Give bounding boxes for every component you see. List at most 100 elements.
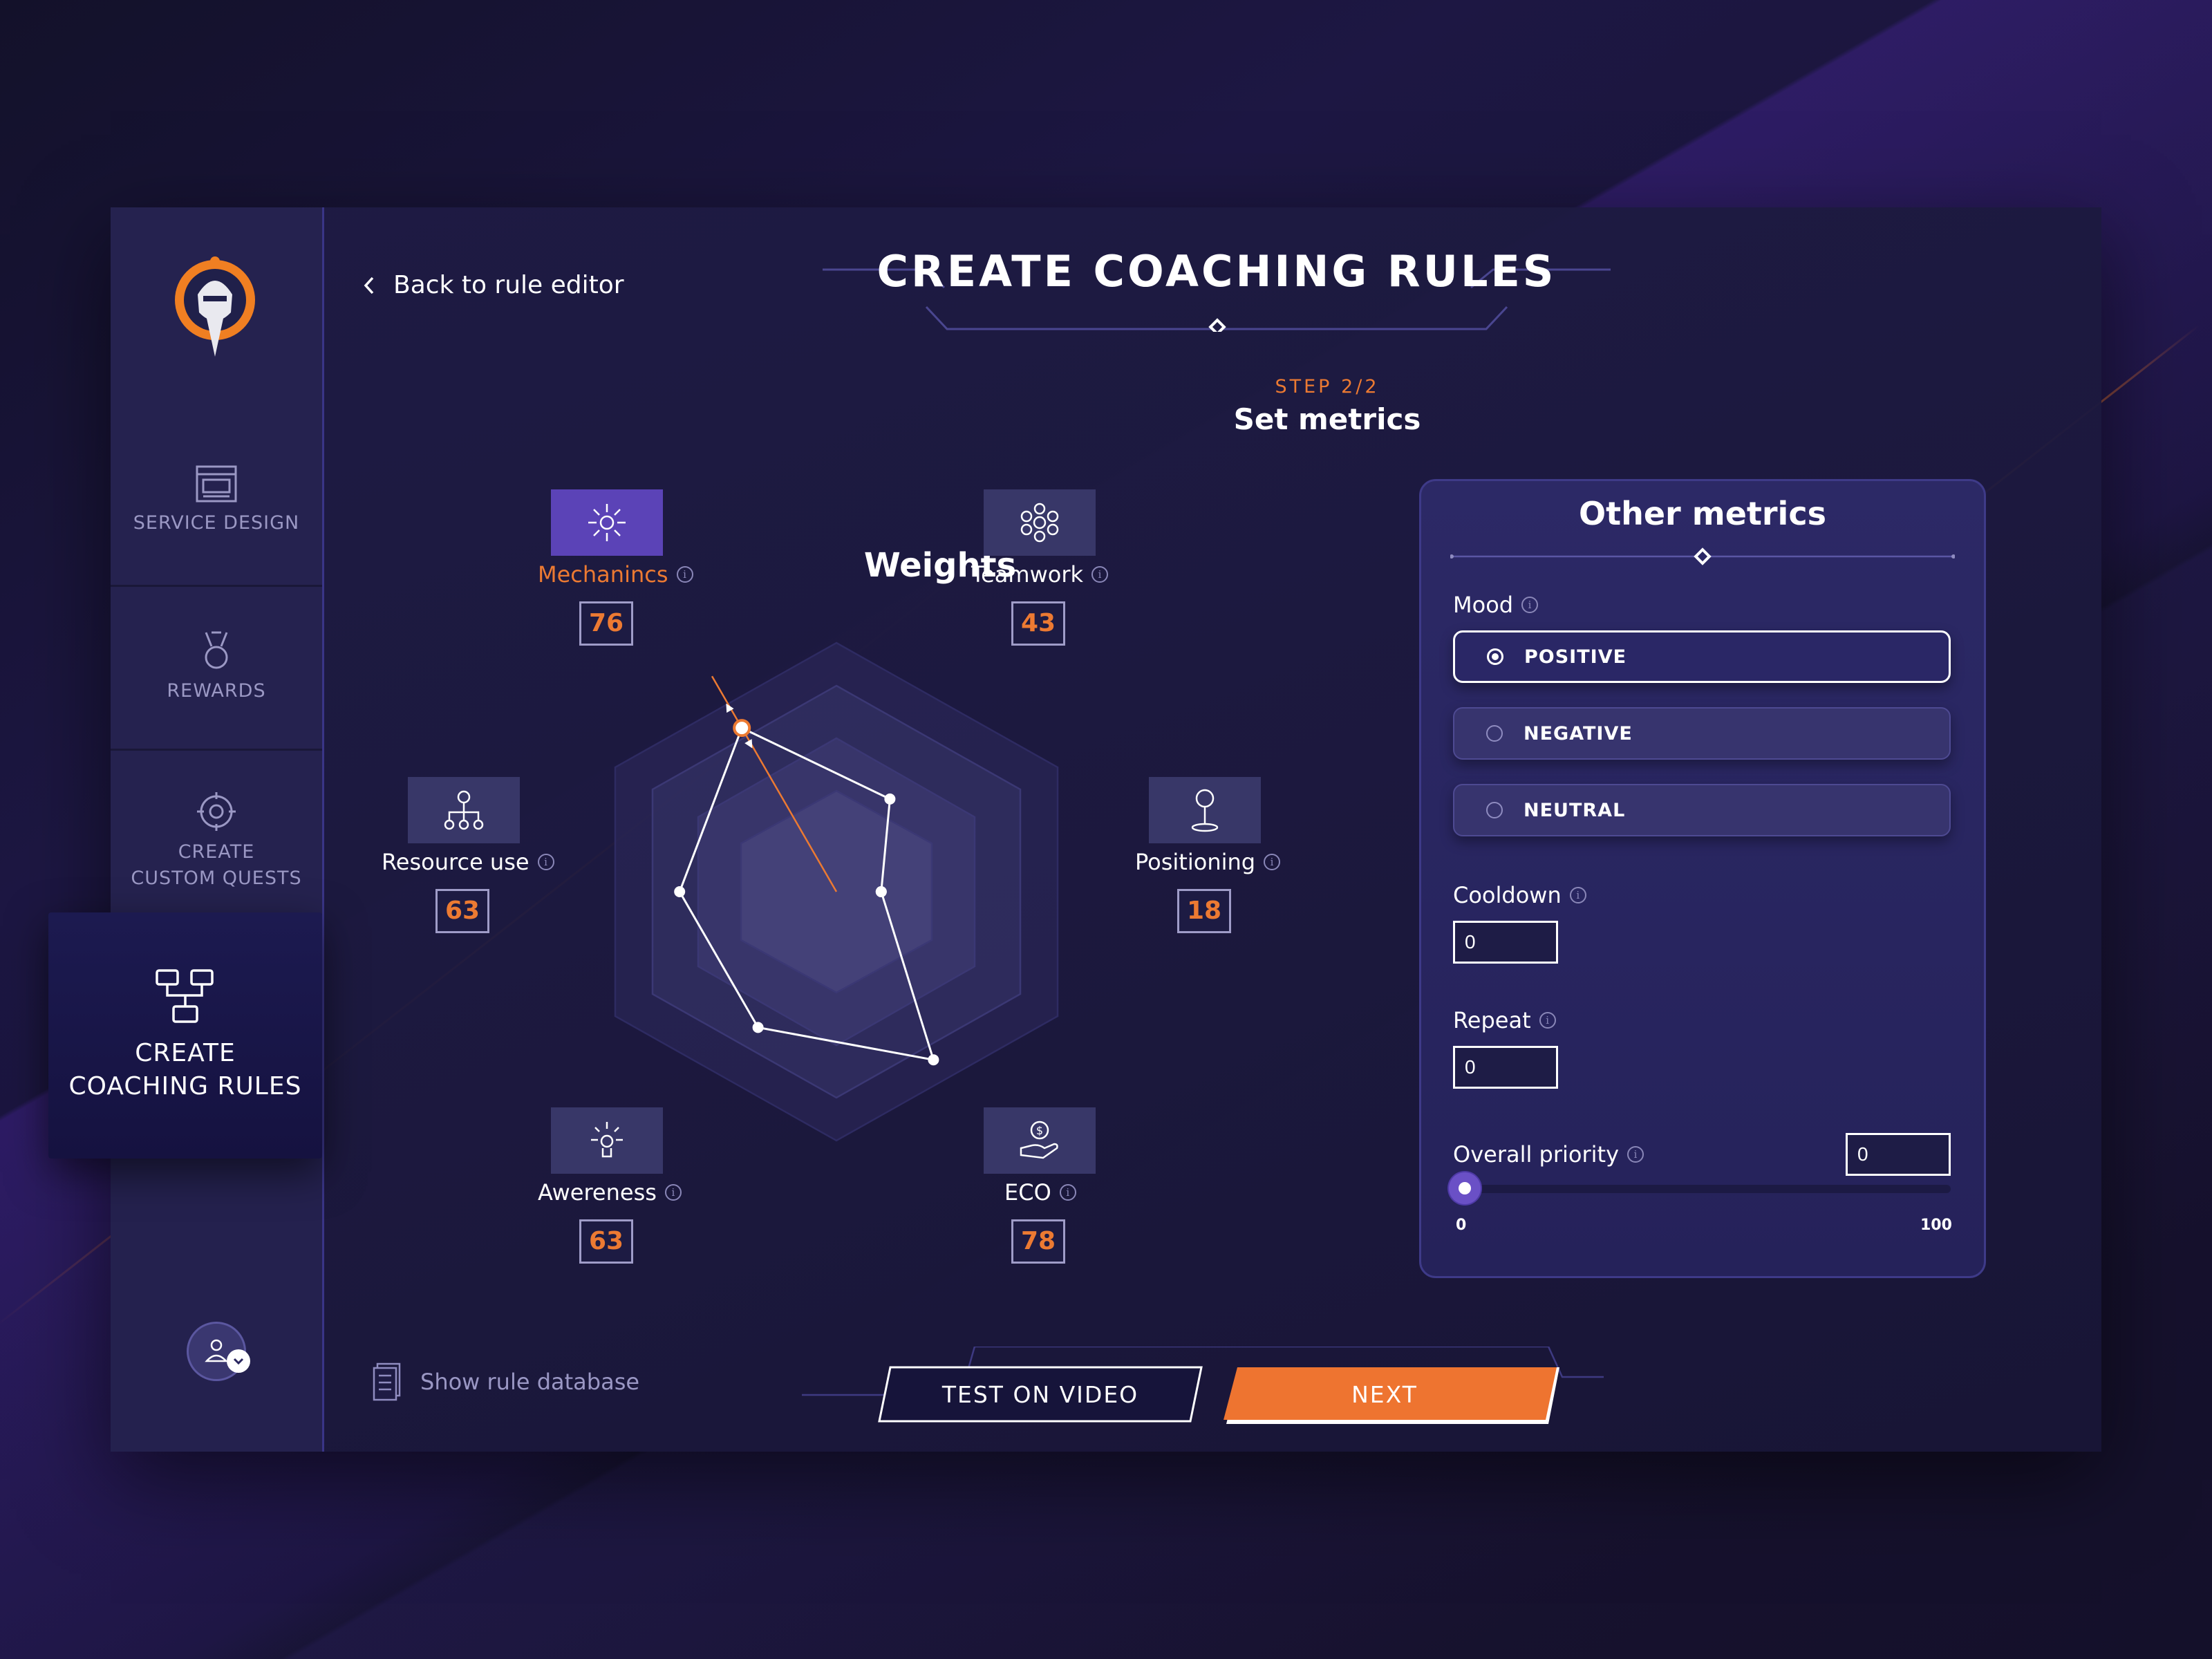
sidebar-item-rewards[interactable]: REWARDS bbox=[111, 587, 322, 751]
slider-max-label: 100 bbox=[1920, 1217, 1952, 1234]
idea-bulb-icon bbox=[591, 1122, 623, 1158]
repeat-label: Repeat i bbox=[1453, 1007, 1556, 1033]
slider-min-label: 0 bbox=[1456, 1217, 1467, 1234]
sidebar-item-custom-quests[interactable]: CREATE CUSTOM QUESTS bbox=[111, 751, 322, 916]
info-icon[interactable]: i bbox=[1091, 566, 1109, 583]
metric-name-label: Awereness bbox=[538, 1179, 657, 1206]
radar-vertex[interactable] bbox=[752, 1022, 764, 1033]
medal-icon bbox=[205, 631, 228, 669]
metric-value-resource-use[interactable]: 63 bbox=[435, 889, 489, 933]
metric-name-label: ECO bbox=[1004, 1179, 1051, 1206]
flowchart-icon bbox=[156, 969, 214, 1023]
metric-name-awareness: Awereness i bbox=[538, 1179, 682, 1206]
info-icon[interactable]: i bbox=[1569, 887, 1586, 903]
radar-vertex[interactable] bbox=[875, 886, 887, 897]
svg-text:$: $ bbox=[1036, 1124, 1043, 1137]
radio-unchecked-icon bbox=[1486, 725, 1503, 742]
radio-checked-icon bbox=[1487, 648, 1503, 665]
info-icon[interactable]: i bbox=[537, 854, 554, 870]
sidebar: SERVICE DESIGN REWARDS CREATE CUSTOM QUE… bbox=[111, 207, 324, 1452]
browser-window-icon bbox=[196, 465, 237, 503]
cooldown-label-text: Cooldown bbox=[1453, 882, 1562, 908]
sidebar-item-label: CREATE bbox=[135, 1039, 236, 1067]
metric-tile-teamwork[interactable] bbox=[984, 489, 1096, 556]
metric-value-awareness[interactable]: 63 bbox=[579, 1219, 633, 1264]
sidebar-item-label: CUSTOM QUESTS bbox=[131, 868, 302, 889]
other-metrics-panel: Other metrics Mood i POSITIVE NEGATIVE N… bbox=[1419, 479, 1986, 1278]
metric-name-teamwork: Teamwork i bbox=[971, 561, 1109, 588]
chevron-down-icon bbox=[233, 1358, 244, 1365]
mood-option-neutral[interactable]: NEUTRAL bbox=[1453, 784, 1951, 836]
repeat-input[interactable]: 0 bbox=[1453, 1046, 1558, 1089]
back-link-label: Back to rule editor bbox=[393, 271, 624, 299]
app-window: SERVICE DESIGN REWARDS CREATE CUSTOM QUE… bbox=[48, 207, 2101, 1452]
info-icon[interactable]: i bbox=[676, 566, 693, 583]
logo-cell bbox=[111, 207, 322, 424]
priority-slider-track[interactable] bbox=[1460, 1185, 1951, 1193]
test-on-video-button[interactable]: TEST ON VIDEO bbox=[878, 1366, 1203, 1423]
weights-radar-chart[interactable] bbox=[546, 608, 1127, 1161]
sidebar-item-coaching-rules[interactable]: CREATE COACHING RULES bbox=[48, 912, 322, 1159]
sidebar-item-label: CREATE bbox=[178, 841, 255, 863]
org-tree-icon bbox=[444, 790, 484, 830]
mood-option-positive[interactable]: POSITIVE bbox=[1453, 630, 1951, 683]
app-logo-icon bbox=[175, 256, 255, 357]
info-icon[interactable]: i bbox=[1627, 1146, 1644, 1163]
metric-name-label: Mechanincs bbox=[538, 561, 668, 588]
target-icon bbox=[197, 792, 236, 831]
sidebar-item-service-design[interactable]: SERVICE DESIGN bbox=[111, 422, 322, 587]
info-icon[interactable]: i bbox=[1539, 1012, 1556, 1029]
team-flower-icon bbox=[1020, 503, 1059, 543]
metric-value-eco[interactable]: 78 bbox=[1011, 1219, 1065, 1264]
cooldown-input[interactable]: 0 bbox=[1453, 921, 1558, 964]
mood-label-text: Mood bbox=[1453, 592, 1514, 618]
next-button[interactable]: NEXT bbox=[1222, 1366, 1559, 1424]
metric-tile-resource-use[interactable] bbox=[408, 777, 520, 843]
metric-tile-awareness[interactable] bbox=[551, 1107, 663, 1174]
info-icon[interactable]: i bbox=[1521, 597, 1539, 613]
radio-unchecked-icon bbox=[1486, 802, 1503, 818]
show-rule-database-link[interactable]: Show rule database bbox=[372, 1362, 639, 1402]
metric-tile-positioning[interactable] bbox=[1149, 777, 1261, 843]
metric-value-mechanics[interactable]: 76 bbox=[579, 601, 633, 646]
button-label: TEST ON VIDEO bbox=[941, 1380, 1139, 1408]
coin-hand-icon: $ bbox=[1020, 1121, 1058, 1159]
metric-name-resource-use: Resource use i bbox=[382, 849, 554, 875]
back-to-rule-editor-link[interactable]: Back to rule editor bbox=[363, 271, 624, 299]
metric-value-positioning[interactable]: 18 bbox=[1177, 889, 1231, 933]
mood-option-label: NEGATIVE bbox=[1524, 722, 1633, 744]
step-title: Set metrics bbox=[1233, 402, 1421, 436]
metric-name-positioning: Positioning i bbox=[1135, 849, 1281, 875]
info-icon[interactable]: i bbox=[1264, 854, 1281, 870]
sidebar-item-label: SERVICE DESIGN bbox=[133, 512, 300, 534]
gear-network-icon bbox=[588, 504, 626, 541]
metric-name-label: Resource use bbox=[382, 849, 529, 875]
info-icon[interactable]: i bbox=[1059, 1184, 1076, 1201]
page-title: CREATE COACHING RULES bbox=[877, 246, 1557, 297]
avatar-menu-toggle[interactable] bbox=[227, 1349, 250, 1373]
metric-name-label: Positioning bbox=[1135, 849, 1256, 875]
sidebar-item-label: COACHING RULES bbox=[68, 1072, 302, 1100]
priority-label-text: Overall priority bbox=[1453, 1141, 1619, 1168]
mood-option-label: NEUTRAL bbox=[1524, 799, 1626, 821]
map-pin-icon bbox=[1191, 789, 1219, 832]
metric-tile-eco[interactable]: $ bbox=[984, 1107, 1096, 1174]
radar-vertex[interactable] bbox=[928, 1054, 939, 1066]
metric-value-teamwork[interactable]: 43 bbox=[1011, 601, 1065, 646]
metric-name-label: Teamwork bbox=[971, 561, 1084, 588]
info-icon[interactable]: i bbox=[664, 1184, 682, 1201]
step-indicator: STEP 2/2 bbox=[1275, 376, 1380, 397]
mood-option-label: POSITIVE bbox=[1524, 646, 1627, 668]
panel-title: Other metrics bbox=[1579, 495, 1826, 532]
metric-tile-mechanics[interactable] bbox=[551, 489, 663, 556]
radar-vertex[interactable] bbox=[733, 719, 751, 738]
cooldown-label: Cooldown i bbox=[1453, 882, 1586, 908]
radar-vertex[interactable] bbox=[884, 793, 896, 805]
mood-option-negative[interactable]: NEGATIVE bbox=[1453, 707, 1951, 760]
radar-vertex[interactable] bbox=[674, 886, 686, 897]
priority-slider-handle[interactable] bbox=[1449, 1172, 1481, 1204]
sidebar-item-label: REWARDS bbox=[167, 680, 266, 702]
priority-input[interactable]: 0 bbox=[1846, 1133, 1951, 1176]
panel-divider bbox=[1450, 547, 1955, 565]
document-list-icon bbox=[373, 1362, 401, 1401]
